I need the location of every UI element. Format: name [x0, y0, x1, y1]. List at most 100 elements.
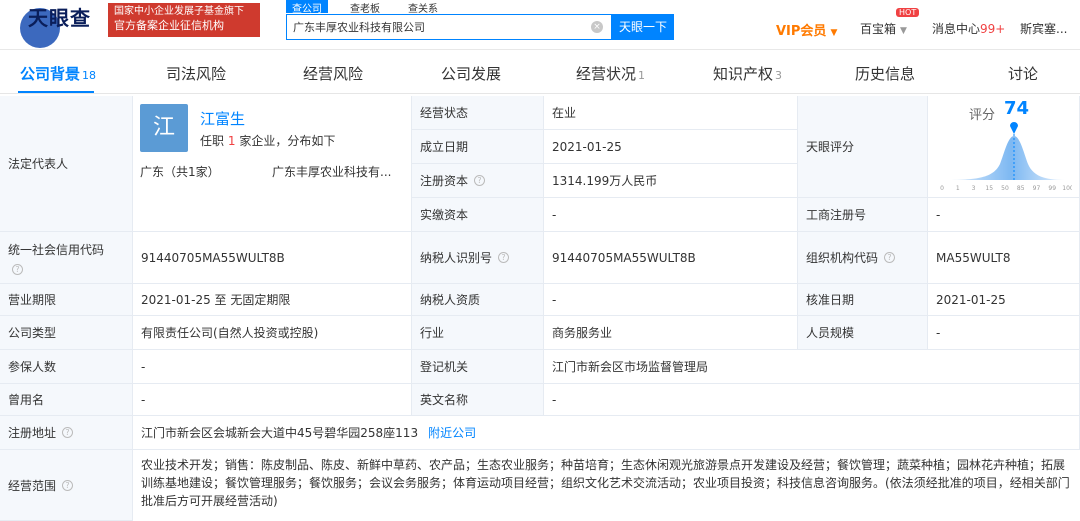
rep-summary: 任职 1 家企业，分布如下	[200, 132, 335, 149]
logo-text: 天眼查	[28, 6, 91, 30]
tab-discussion[interactable]: 讨论	[1008, 63, 1038, 84]
staff-label-cell: 人员规模	[798, 316, 928, 350]
english-value-cell: -	[544, 384, 1080, 416]
scope-value: 农业技术开发；销售：陈皮制品、陈皮、新鲜中草药、农产品；生态农业服务；种苗培育；…	[141, 458, 1070, 508]
term-label-cell: 营业期限	[0, 284, 133, 316]
site-logo[interactable]: 天眼查	[8, 2, 108, 48]
term-value-cell: 2021-01-25 至 无固定期限	[133, 284, 412, 316]
tab-count: 18	[82, 69, 97, 82]
tab-operation-risk[interactable]: 经营风险	[303, 63, 363, 84]
help-icon[interactable]: ?	[62, 479, 74, 491]
banner-line2: 官方备案企业征信机构	[114, 19, 224, 32]
search-button[interactable]: 天眼一下	[612, 14, 674, 40]
founded-value-cell: 2021-01-25	[544, 130, 798, 164]
search-tab-company[interactable]: 查公司	[286, 0, 328, 15]
insured-value: -	[141, 359, 146, 374]
type-value-cell: 有限责任公司(自然人投资或控股)	[133, 316, 412, 350]
score-number: 74	[1004, 98, 1030, 119]
baobox-menu[interactable]: 百宝箱 ▼	[860, 20, 907, 37]
tab-history[interactable]: 历史信息	[855, 63, 915, 84]
message-count: 99+	[980, 22, 1006, 36]
term-label: 营业期限	[8, 293, 57, 307]
clear-icon[interactable]: ×	[591, 21, 603, 33]
former-value-cell: -	[133, 384, 412, 416]
rep-sub-suffix: 家企业，分布如下	[239, 134, 336, 148]
score-axis-tick: 100	[1062, 185, 1072, 192]
score-axis-ticks: 0 1 3 15 50 85 97 99 100	[940, 185, 1072, 192]
promo-banner[interactable]: 国家中小企业发展子基金旗下 官方备案企业征信机构	[108, 3, 260, 37]
search-tab-relation[interactable]: 查关系	[402, 0, 444, 15]
org-value-cell: MA55WULT8	[928, 232, 1080, 284]
score-pin-icon	[1010, 122, 1018, 134]
taxid-value: 91440705MA55WULT8B	[552, 250, 696, 265]
capital-value-cell: 1314.199万人民币	[544, 164, 798, 198]
taxid-label: 纳税人识别号	[420, 251, 493, 265]
chevron-down-icon: ▼	[900, 26, 907, 36]
search-tab-boss[interactable]: 查老板	[344, 0, 386, 15]
tab-judicial-risk[interactable]: 司法风险	[166, 63, 226, 84]
insured-label: 参保人数	[8, 360, 57, 374]
taxq-value-cell: -	[544, 284, 798, 316]
credit-label-cell: 统一社会信用代码?	[0, 232, 133, 284]
vip-label: VIP会员	[776, 24, 827, 39]
bizreg-label-cell: 工商注册号	[798, 198, 928, 232]
score-axis-tick: 0	[940, 185, 944, 192]
section-tabs: 公司背景 18 司法风险 经营风险 公司发展 经营状况 1 知识产权 3 历史信息 讨…	[0, 51, 1080, 94]
status-value-cell: 在业	[544, 96, 798, 130]
type-label-cell: 公司类型	[0, 316, 133, 350]
rep-sub-count: 1	[227, 134, 236, 148]
score-axis-tick: 99	[1048, 185, 1056, 192]
help-icon[interactable]: ?	[474, 175, 486, 186]
english-label-cell: 英文名称	[412, 384, 544, 416]
score-axis-tick: 1	[956, 185, 960, 192]
score-axis-tick: 15	[985, 185, 993, 192]
tab-ip[interactable]: 知识产权 3	[713, 63, 782, 84]
taxq-label: 纳税人资质	[420, 293, 481, 307]
org-label: 组织机构代码	[806, 251, 879, 265]
help-icon[interactable]: ?	[62, 427, 74, 438]
search-tabs: 查公司 查老板 查关系	[286, 0, 444, 15]
paid-label-cell: 实缴资本	[412, 198, 544, 232]
tab-label: 讨论	[1008, 65, 1039, 83]
vip-menu[interactable]: VIP会员 ▼	[776, 20, 837, 39]
english-label: 英文名称	[420, 393, 469, 407]
tab-label: 公司背景	[20, 65, 81, 83]
tab-development[interactable]: 公司发展	[441, 63, 501, 84]
staff-value-cell: -	[928, 316, 1080, 350]
message-center[interactable]: 消息中心99+	[932, 20, 1005, 37]
search-input[interactable]	[293, 20, 583, 34]
nearby-companies-link[interactable]: 附近公司	[428, 424, 476, 441]
baobox-label: 百宝箱	[860, 22, 897, 36]
authority-value: 江门市新会区市场监督管理局	[552, 360, 709, 374]
user-menu[interactable]: 斯宾塞...	[1020, 20, 1067, 37]
type-label: 公司类型	[8, 326, 57, 340]
bizreg-value-cell: -	[928, 198, 1080, 232]
tab-operation-status[interactable]: 经营状况 1	[576, 63, 645, 84]
hot-badge: HOT	[896, 8, 920, 17]
tab-background[interactable]: 公司背景 18	[20, 63, 96, 84]
address-label-cell: 注册地址?	[0, 416, 133, 450]
former-label-cell: 曾用名	[0, 384, 133, 416]
rep-name-link[interactable]: 江富生	[200, 108, 245, 129]
avatar[interactable]: 江	[140, 104, 188, 152]
capital-label: 注册资本	[420, 174, 469, 188]
rep-company-link[interactable]: 广东丰厚农业科技有...	[272, 163, 391, 180]
paid-value-cell: -	[544, 198, 798, 232]
tab-count: 1	[638, 69, 646, 82]
tab-label: 历史信息	[855, 65, 916, 83]
insured-label-cell: 参保人数	[0, 350, 133, 384]
credit-value: 91440705MA55WULT8B	[141, 250, 285, 265]
help-icon[interactable]: ?	[884, 252, 896, 263]
approve-label-cell: 核准日期	[798, 284, 928, 316]
tab-label: 司法风险	[166, 65, 227, 83]
score-distribution-chart: 0 1 3 15 50 85 97 99 100	[940, 122, 1072, 192]
approve-value: 2021-01-25	[936, 292, 1006, 307]
help-icon[interactable]: ?	[498, 252, 510, 263]
bizreg-label: 工商注册号	[806, 208, 867, 222]
credit-label: 统一社会信用代码	[8, 242, 105, 257]
staff-label: 人员规模	[806, 326, 855, 340]
address-label: 注册地址	[8, 426, 57, 440]
top-bar: 天眼查 国家中小企业发展子基金旗下 官方备案企业征信机构 查公司 查老板 查关系…	[0, 0, 1080, 50]
help-icon[interactable]: ?	[12, 263, 23, 275]
score-label-cell: 天眼评分	[798, 96, 928, 198]
